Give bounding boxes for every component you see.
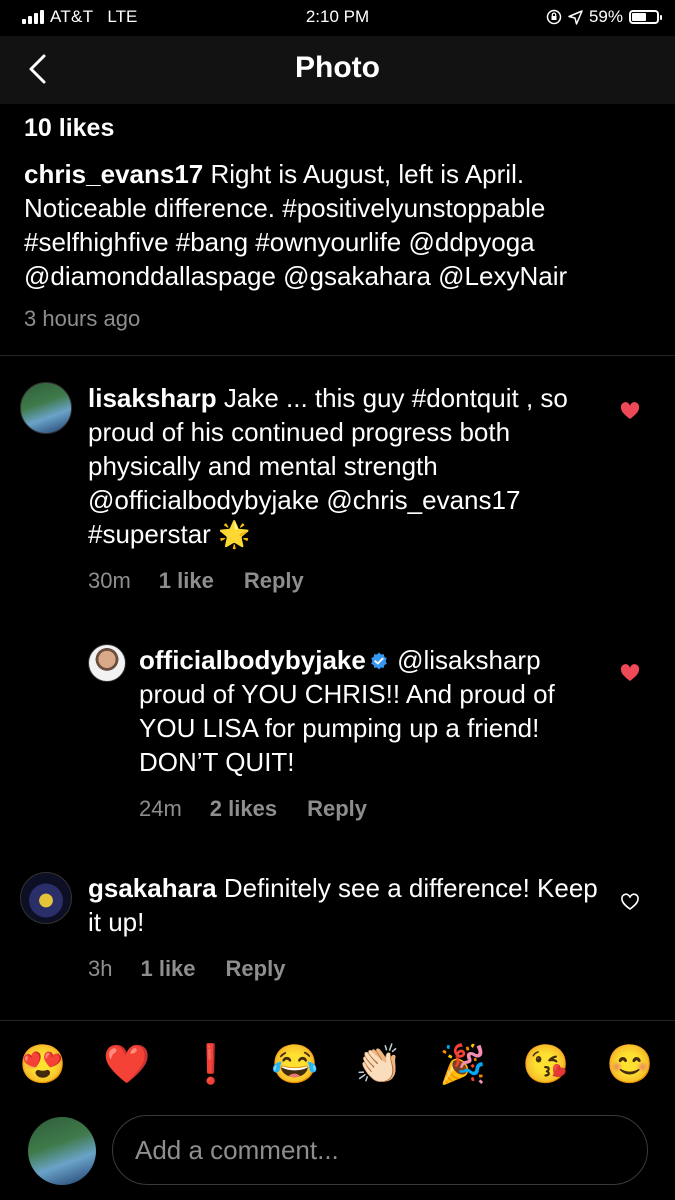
caption-author[interactable]: chris_evans17 [24, 159, 203, 189]
emoji-red-heart[interactable]: ❤️ [103, 1043, 151, 1087]
emoji-heart-eyes[interactable]: 😍 [19, 1043, 67, 1087]
comment-time: 3h [88, 956, 113, 981]
comment-meta: 3h 1 like Reply [88, 956, 285, 982]
comment-time: 30m [88, 568, 131, 593]
comment-meta: 24m 2 likes Reply [139, 796, 367, 822]
comment-time: 24m [139, 796, 182, 821]
battery-percent: 59% [588, 7, 623, 26]
avatar[interactable] [88, 644, 126, 682]
emoji-kiss[interactable]: 😘 [522, 1043, 570, 1087]
page-title: Photo [295, 51, 380, 84]
battery-icon [629, 10, 662, 24]
divider [0, 355, 675, 356]
emoji-tears-of-joy[interactable]: 😂 [271, 1043, 319, 1087]
reply-button[interactable]: Reply [307, 796, 367, 822]
comment-input[interactable] [112, 1115, 648, 1185]
emoji-party-popper[interactable]: 🎉 [439, 1043, 487, 1087]
reply-button[interactable]: Reply [226, 956, 286, 982]
post-caption: chris_evans17 Right is August, left is A… [24, 157, 654, 293]
avatar[interactable] [20, 382, 72, 434]
heart-filled-icon[interactable] [620, 664, 640, 682]
reply-button[interactable]: Reply [244, 568, 304, 594]
comment-likes[interactable]: 2 likes [210, 796, 277, 822]
comment-likes[interactable]: 1 like [140, 956, 195, 982]
comment-author[interactable]: lisaksharp [88, 383, 217, 413]
comment-author[interactable]: gsakahara [88, 873, 217, 903]
location-arrow-icon [568, 9, 583, 25]
status-right: 59% [546, 7, 662, 27]
comment-likes[interactable]: 1 like [159, 568, 214, 594]
comment-meta: 30m 1 like Reply [88, 568, 304, 594]
heart-outline-icon[interactable] [620, 893, 640, 911]
heart-filled-icon[interactable] [620, 402, 640, 420]
emoji-smile[interactable]: 😊 [606, 1043, 654, 1087]
avatar [28, 1117, 96, 1185]
battery-fill [632, 13, 647, 21]
emoji-exclamation[interactable]: ❗ [187, 1043, 235, 1087]
post-timestamp: 3 hours ago [24, 306, 141, 331]
emoji-bar: 😍 ❤️ ❗ 😂 👏🏻 🎉 😘 😊 [0, 1020, 675, 1111]
comment-author[interactable]: officialbodybyjake [139, 645, 366, 675]
nav-bar: Photo [0, 36, 675, 104]
comment-text: lisaksharp Jake ... this guy #dontquit ,… [88, 381, 608, 551]
orientation-lock-icon [546, 9, 562, 25]
emoji-clapping[interactable]: 👏🏻 [355, 1043, 403, 1087]
avatar[interactable] [20, 872, 72, 924]
verified-badge-icon [371, 652, 387, 670]
status-bar: AT&T LTE 2:10 PM 59% [0, 0, 675, 36]
comment-text: gsakahara Definitely see a difference! K… [88, 871, 608, 939]
comment-text: officialbodybyjake @lisaksharp proud of … [139, 643, 599, 779]
likes-count[interactable]: 10 likes [24, 114, 114, 143]
